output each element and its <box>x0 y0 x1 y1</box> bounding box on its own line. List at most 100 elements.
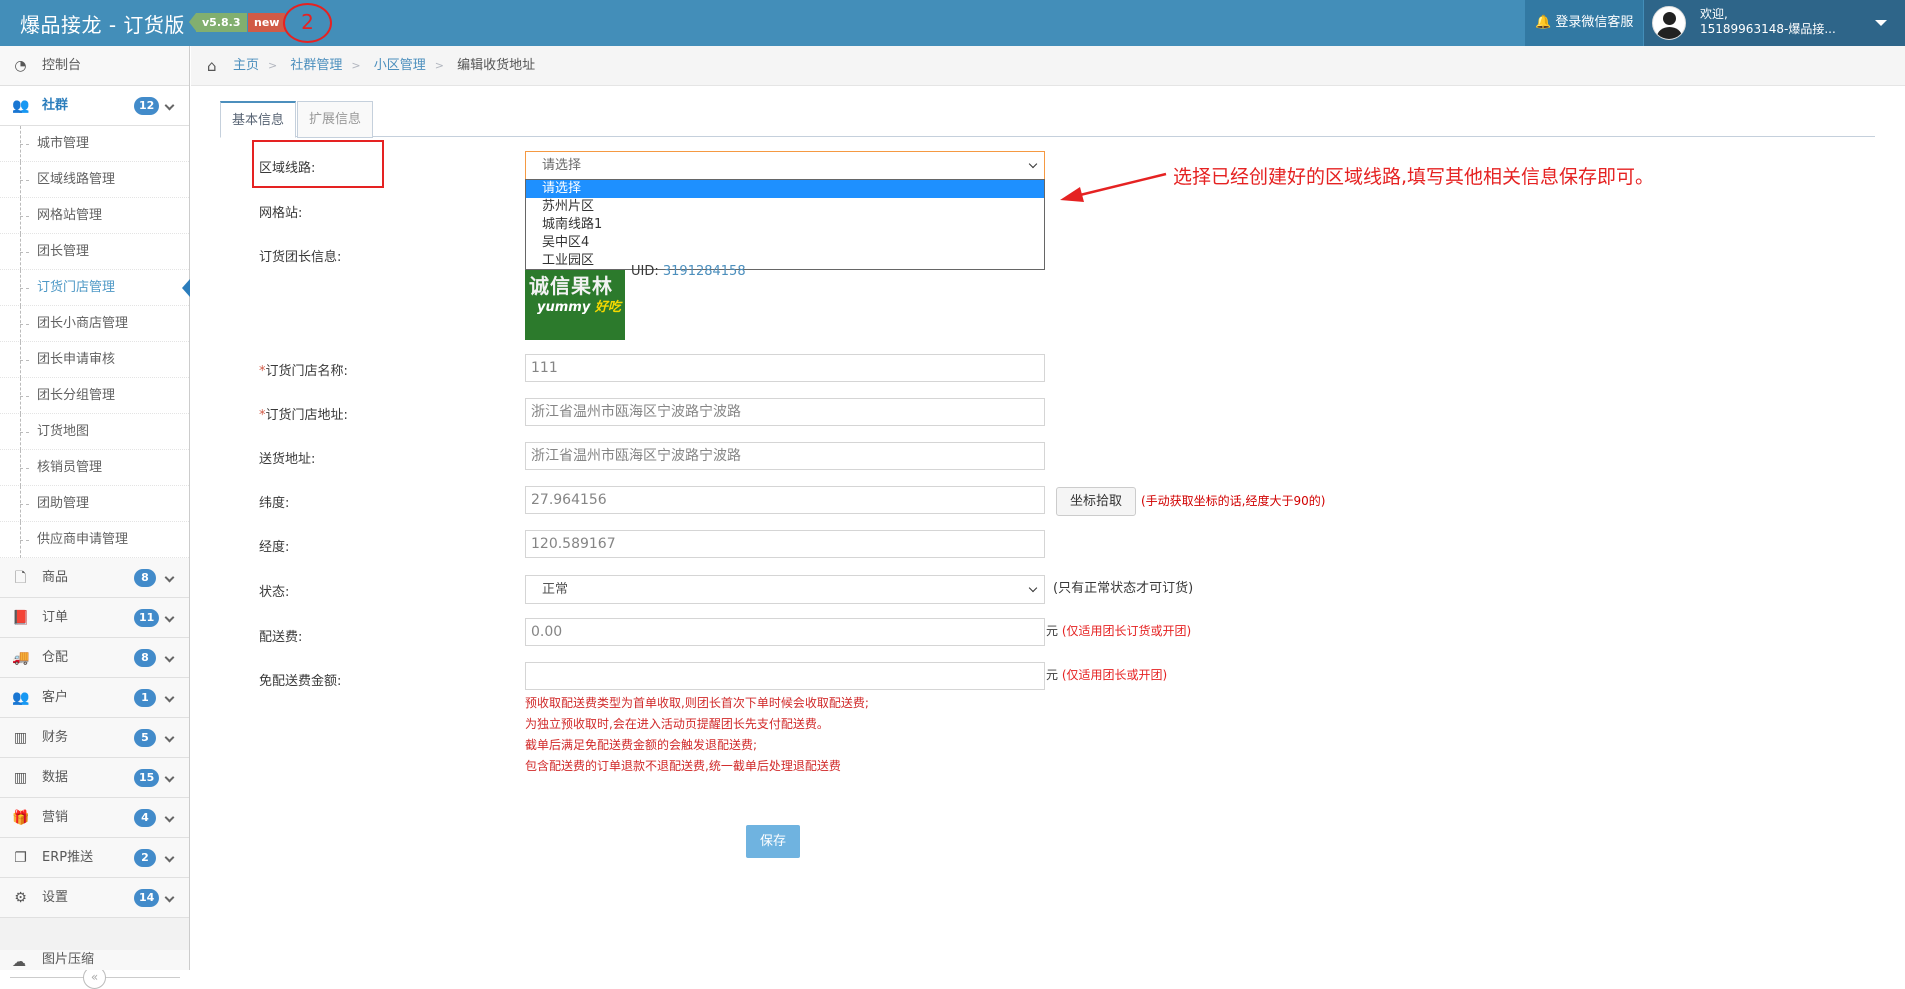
route-dropdown-list[interactable]: 请选择 苏州片区 城南线路1 吴中区4 工业园区 <box>525 179 1045 270</box>
sidebar-item-image-compress[interactable]: ☁ 图片压缩 <box>0 950 189 970</box>
tab-extended-info[interactable]: 扩展信息 <box>297 101 374 138</box>
sidebar-subitem[interactable]: 区域线路管理 <box>0 162 189 198</box>
route-option[interactable]: 请选择 <box>526 180 1044 198</box>
warning-line: 为独立预收取时,会在进入活动页提醒团长先支付配送费。 <box>525 717 829 731</box>
form-tabs: 基本信息 扩展信息 <box>220 101 1875 138</box>
sidebar-item-label: 控制台 <box>42 58 82 73</box>
count-badge: 4 <box>134 809 156 827</box>
breadcrumb-link-xiaoqu[interactable]: 小区管理 <box>374 58 426 73</box>
status-note: (只有正常状态才可订货) <box>1053 581 1194 596</box>
sidebar-item-group[interactable]: ▥ 财务 5 <box>0 718 189 758</box>
home-icon[interactable]: ⌂ <box>207 59 223 74</box>
sidebar-item-group[interactable]: 🗋 商品 8 <box>0 558 189 598</box>
free-fee-input[interactable] <box>525 662 1045 690</box>
sidebar-subitem[interactable]: 城市管理 <box>0 126 189 162</box>
sidebar-subitem[interactable]: 团长分组管理 <box>0 378 189 414</box>
store-address-input[interactable]: 浙江省温州市瓯海区宁波路宁波路 <box>525 398 1045 426</box>
delivery-address-label: 送货地址: <box>259 452 316 467</box>
sidebar-item-shequn[interactable]: 👥 社群 12 <box>0 86 189 126</box>
chevron-down-icon <box>164 812 175 823</box>
count-badge: 14 <box>134 889 160 907</box>
sidebar-item-dashboard[interactable]: ◔ 控制台 <box>0 46 189 86</box>
sidebar-item-group[interactable]: ▥ 数据 15 <box>0 758 189 798</box>
store-name-input[interactable]: 111 <box>525 354 1045 382</box>
route-option[interactable]: 吴中区4 <box>526 234 1044 252</box>
thumb-text: 诚信果林 <box>529 274 613 298</box>
tab-basic-info[interactable]: 基本信息 <box>220 101 297 138</box>
count-badge: 15 <box>134 769 160 787</box>
sidebar-subitem[interactable]: 团长申请审核 <box>0 342 189 378</box>
chevron-down-icon <box>164 772 175 783</box>
user-menu[interactable]: 欢迎, 15189963148-爆品接... <box>1644 0 1905 46</box>
sidebar-item-label: 商品 <box>42 570 69 585</box>
annotation-arrow-icon <box>1060 172 1167 202</box>
delivery-fee-note: (仅适用团长订货或开团) <box>1061 624 1192 638</box>
longitude-label: 经度: <box>259 540 290 555</box>
sidebar-item-group[interactable]: ❐ ERP推送 2 <box>0 838 189 878</box>
sidebar-item-group[interactable]: 📕 订单 11 <box>0 598 189 638</box>
chevron-down-icon <box>164 572 175 583</box>
latitude-input[interactable]: 27.964156 <box>525 486 1045 514</box>
sidebar-item-group[interactable]: 🚚 仓配 8 <box>0 638 189 678</box>
user-name: 15189963148-爆品接... <box>1700 22 1836 36</box>
file-icon: 🗋 <box>14 570 27 586</box>
sidebar-subitem[interactable]: 订货地图 <box>0 414 189 450</box>
sidebar-item-label: 客户 <box>42 690 69 705</box>
breadcrumb-current: 编辑收货地址 <box>457 58 536 73</box>
store-address-label: *订货门店地址: <box>259 408 348 423</box>
coordinate-pick-button[interactable]: 坐标拾取 <box>1056 487 1136 516</box>
sidebar-item-group[interactable]: 🎁 营销 4 <box>0 798 189 838</box>
route-label: 区域线路: <box>259 161 316 176</box>
leader-uid: UID: 3191284158 <box>631 264 746 279</box>
route-option[interactable]: 城南线路1 <box>526 216 1044 234</box>
save-button[interactable]: 保存 <box>746 825 800 858</box>
caret-down-icon <box>1875 20 1887 32</box>
chevron-down-icon <box>164 852 175 863</box>
active-pointer-icon <box>182 279 190 297</box>
copy-icon: ❐ <box>14 850 27 866</box>
sidebar-subitem[interactable]: 团助管理 <box>0 486 189 522</box>
sidebar-item-label: 订单 <box>42 610 69 625</box>
count-badge: 1 <box>134 689 156 707</box>
route-option[interactable]: 工业园区 <box>526 252 1044 270</box>
gift-icon: 🎁 <box>12 810 30 826</box>
sidebar-item-label: ERP推送 <box>42 850 94 865</box>
status-select[interactable]: 正常 <box>525 575 1045 604</box>
route-option[interactable]: 苏州片区 <box>526 198 1044 216</box>
user-info: 欢迎, 15189963148-爆品接... <box>1700 7 1836 37</box>
sidebar-item-group[interactable]: ⚙ 设置 14 <box>0 878 189 918</box>
count-badge: 8 <box>134 649 156 667</box>
sidebar-item-label: 仓配 <box>42 650 69 665</box>
chart-icon: ▥ <box>13 770 28 786</box>
sidebar-subitem[interactable]: 核销员管理 <box>0 450 189 486</box>
chevron-down-icon <box>164 100 175 111</box>
wechat-service-button[interactable]: 🔔 登录微信客服 <box>1525 0 1643 46</box>
sidebar-item-label: 图片压缩 <box>42 952 95 967</box>
yuan-unit: 元 <box>1046 668 1059 682</box>
sidebar-item-label: 数据 <box>42 770 69 785</box>
sidebar-subitem[interactable]: 网格站管理 <box>0 198 189 234</box>
sidebar-subitem[interactable]: 团长管理 <box>0 234 189 270</box>
sidebar-item-group[interactable]: 👥 客户 1 <box>0 678 189 718</box>
breadcrumb-home-link[interactable]: 主页 <box>233 58 259 73</box>
chevron-down-icon <box>164 652 175 663</box>
dashboard-icon: ◔ <box>14 58 27 74</box>
app-brand[interactable]: 爆品接龙 - 订货版 <box>20 9 185 38</box>
sidebar: ◔ 控制台 👥 社群 12 城市管理 区域线路管理 网格站管理 团长管理 订货门店管理团… <box>0 46 190 989</box>
delivery-fee-input[interactable]: 0.00 <box>525 618 1045 646</box>
sidebar-subitem[interactable]: 供应商申请管理 <box>0 522 189 558</box>
instruction-annotation: 选择已经创建好的区域线路,填写其他相关信息保存即可。 <box>1173 166 1655 188</box>
leader-avatar-image: 诚信果林 yummy 好吃 <box>525 270 625 340</box>
breadcrumb-link-shequn[interactable]: 社群管理 <box>290 58 342 73</box>
chevron-down-icon <box>164 612 175 623</box>
sidebar-item-label: 财务 <box>42 730 69 745</box>
count-badge: 2 <box>134 849 156 867</box>
sidebar-item-label: 设置 <box>42 890 69 905</box>
longitude-input[interactable]: 120.589167 <box>525 530 1045 558</box>
delivery-address-input[interactable]: 浙江省温州市瓯海区宁波路宁波路 <box>525 442 1045 470</box>
route-select[interactable]: 请选择 <box>525 151 1045 180</box>
sidebar-subitem[interactable]: 团长小商店管理 <box>0 306 189 342</box>
sidebar-subitem[interactable]: 订货门店管理 <box>0 270 190 306</box>
free-fee-label: 免配送费金额: <box>259 674 342 689</box>
breadcrumb: ⌂ 主页 > 社群管理 > 小区管理 > 编辑收货地址 <box>191 46 1905 86</box>
